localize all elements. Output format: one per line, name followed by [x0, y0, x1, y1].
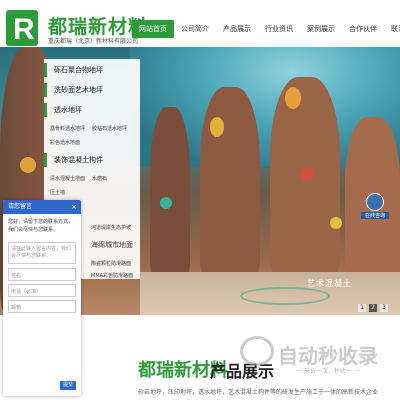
- email-field[interactable]: 邮箱: [8, 300, 76, 313]
- nav-products[interactable]: 产品展示: [216, 20, 258, 38]
- hero-decor: [330, 217, 342, 229]
- menu-sub-item[interactable]: 胶粘石透水地坪: [92, 125, 127, 132]
- hero-caption: 艺术混凝土: [307, 279, 352, 288]
- brand-subtitle: 重庆都瑞（北京）新材料有限公司: [48, 38, 139, 45]
- nav-news[interactable]: 行业资讯: [258, 20, 300, 38]
- hero-decor: [210, 117, 224, 137]
- menu-sub-item[interactable]: 彩色透水地面: [50, 139, 80, 146]
- slider-page-3[interactable]: 3: [380, 304, 388, 312]
- nav-contact[interactable]: 联系我们: [384, 20, 400, 38]
- name-field[interactable]: 姓名: [8, 268, 76, 281]
- menu-sub-item[interactable]: 陶瓷颗粒防滑路面: [91, 260, 131, 267]
- nav-home[interactable]: 网站首页: [132, 20, 174, 38]
- menu-item-washed-sand[interactable]: 洗砂面艺术地坪: [44, 83, 140, 97]
- watermark-text: 自动秒收录: [278, 344, 378, 368]
- watermark-subtext: 一 来访一次，秒收一 一: [296, 368, 360, 375]
- hero-decor: [160, 197, 172, 209]
- slider-page-2[interactable]: 2: [369, 304, 377, 312]
- hero-decor: [20, 157, 36, 173]
- menu-sub-item[interactable]: 海绵城市地面: [91, 240, 133, 250]
- slider-page-1[interactable]: 1: [358, 304, 366, 312]
- close-icon[interactable]: ×: [71, 200, 77, 214]
- menu-sub-item[interactable]: MMA彩色防滑路面: [91, 272, 133, 279]
- hero-decor: [150, 107, 190, 277]
- message-input[interactable]: 请在此输入留言内容，我们会尽快与您联系。: [8, 242, 76, 264]
- hero-decor: [285, 87, 301, 109]
- menu-sub-item[interactable]: 压土墙: [50, 189, 65, 196]
- submit-button[interactable]: 提交: [60, 381, 76, 390]
- menu-item-decorative[interactable]: 装饰混凝土构件: [44, 153, 140, 167]
- message-widget-title: 请您留言: [8, 203, 33, 210]
- nav-about[interactable]: 公司简介: [174, 20, 216, 38]
- hero-floor-pattern: [240, 287, 330, 305]
- menu-sub-item[interactable]: 清水混凝土地面: [50, 175, 85, 182]
- main-nav: 网站首页 公司简介 产品展示 行业资讯 案例展示 合作伙伴 联系我们: [132, 20, 400, 38]
- menu-item-permeable[interactable]: 透水地坪: [44, 103, 140, 117]
- menu-sub-item[interactable]: 河道堤岸生态护坡: [91, 224, 131, 231]
- slider-pager: 1 2 3: [358, 304, 388, 312]
- svg-text:R: R: [13, 13, 35, 46]
- hero-decor: [300, 167, 314, 181]
- online-service-label[interactable]: 在线咨询: [361, 212, 389, 219]
- hero-decor: [200, 87, 260, 277]
- nav-partners[interactable]: 合作伙伴: [342, 20, 384, 38]
- section-description: 砂岩地坪，压印地坪，透水地坪，艺术混凝土构件等的研发生产施工于一体的高新技术企业: [138, 389, 379, 396]
- menu-sub-item[interactable]: 水磨石: [92, 175, 107, 182]
- phone-field[interactable]: 电话（必填）: [8, 284, 76, 297]
- logo-icon[interactable]: R: [6, 10, 38, 46]
- message-widget-header: 请您留言 ×: [3, 200, 81, 214]
- menu-item-gravel-polymer[interactable]: 砾石聚合物地坪: [44, 63, 140, 77]
- online-service-avatar[interactable]: [366, 193, 384, 211]
- message-widget-greeting: 您好，请留下您的联系方式，我们会尽快与您联系。: [8, 219, 74, 233]
- message-widget: 请您留言 × 您好，请留下您的联系方式，我们会尽快与您联系。 请在此输入留言内容…: [3, 200, 81, 396]
- menu-sub-item[interactable]: 露骨料透水地坪: [50, 125, 85, 132]
- watermark-logo-icon: [240, 336, 274, 366]
- nav-cases[interactable]: 案例展示: [300, 20, 342, 38]
